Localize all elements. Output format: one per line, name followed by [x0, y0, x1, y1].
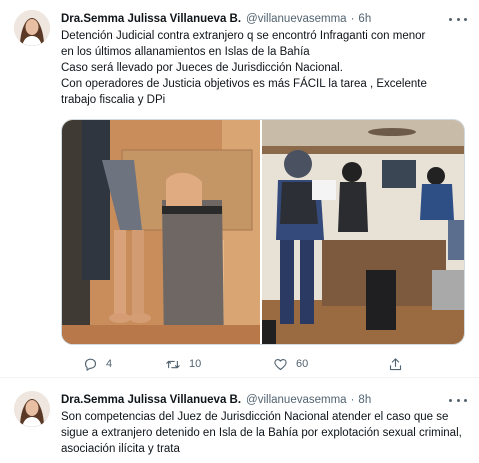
tweet-text-line: Detención Judicial contra extranjero q s…	[61, 30, 426, 42]
author-handle[interactable]: @villanuevasemma	[246, 13, 347, 25]
reply-icon	[84, 358, 97, 371]
retweet-icon	[166, 360, 180, 368]
tweet-text: Son competencias del Juez de Jurisdicció…	[61, 409, 465, 457]
author-avatar[interactable]	[14, 10, 50, 46]
like-count: 60	[296, 358, 309, 370]
author-name[interactable]: Dra.Semma Julissa Villanueva B.	[61, 394, 241, 406]
separator: ·	[350, 13, 355, 25]
reply-button[interactable]: 4	[83, 357, 112, 372]
like-button[interactable]: 60	[273, 357, 308, 372]
tweet-text: Detención Judicial contra extranjero q s…	[61, 28, 465, 108]
more-options-icon[interactable]	[449, 12, 467, 26]
tweet[interactable]: Dra.Semma Julissa Villanueva B. @villanu…	[0, 0, 479, 378]
retweet-button[interactable]: 10	[165, 357, 201, 372]
tweet-header: Dra.Semma Julissa Villanueva B. @villanu…	[61, 10, 467, 28]
author-handle[interactable]: @villanuevasemma	[246, 394, 347, 406]
tweet-text-line: Con operadores de Justicia objetivos es …	[61, 78, 427, 90]
reply-count: 4	[106, 358, 113, 370]
avatar-icon	[14, 391, 50, 427]
heart-icon	[274, 358, 287, 370]
author-name[interactable]: Dra.Semma Julissa Villanueva B.	[61, 13, 241, 25]
share-icon	[389, 357, 402, 370]
more-options-icon[interactable]	[449, 393, 467, 407]
timestamp[interactable]: 6h	[358, 13, 371, 25]
photo-detained-person[interactable]	[62, 120, 261, 344]
tweet-text-paragraph: Son competencias del Juez de Jurisdicció…	[61, 411, 462, 455]
tweet-text-line: en los últimos allanamientos en Islas de…	[61, 46, 310, 58]
share-button[interactable]	[388, 357, 403, 372]
avatar-icon	[14, 10, 50, 46]
tweet-header: Dra.Semma Julissa Villanueva B. @villanu…	[61, 391, 467, 409]
separator: ·	[350, 394, 355, 406]
photo-police-officers[interactable]	[262, 120, 464, 344]
tweet[interactable]: Dra.Semma Julissa Villanueva B. @villanu…	[0, 378, 479, 463]
author-avatar[interactable]	[14, 391, 50, 427]
tweet-text-line: trabajo fiscalia y DPi	[61, 94, 166, 106]
timestamp[interactable]: 8h	[358, 394, 371, 406]
tweet-actions: 4 10 60	[61, 354, 465, 374]
retweet-count: 10	[189, 358, 202, 370]
tweet-text-line: Caso será llevado por Jueces de Jurisdic…	[61, 62, 343, 74]
tweet-media	[61, 119, 465, 345]
